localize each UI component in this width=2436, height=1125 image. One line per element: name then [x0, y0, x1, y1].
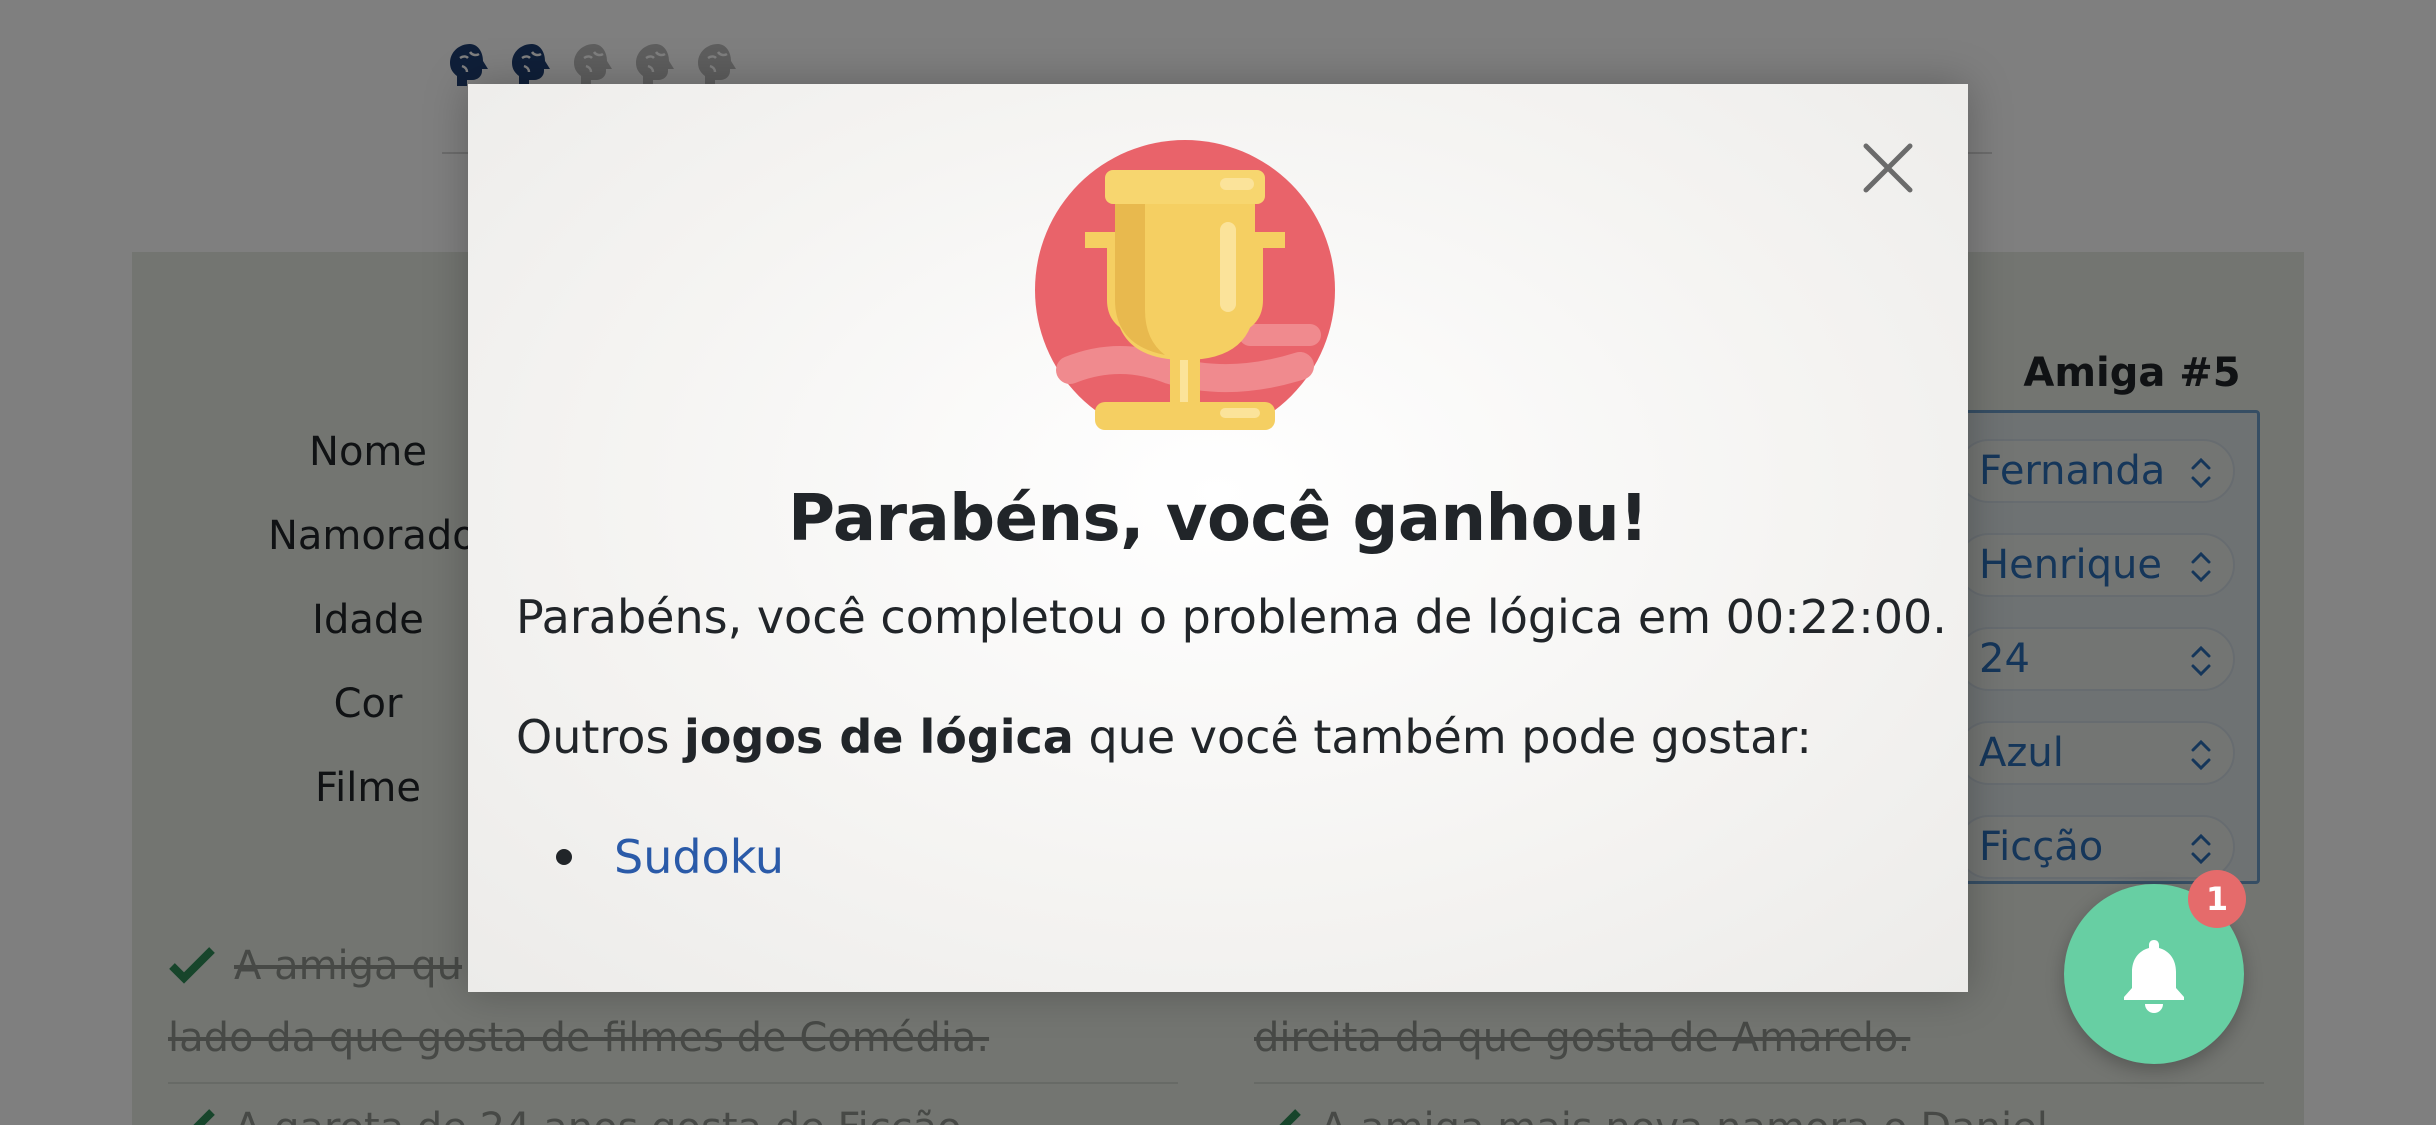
- list-item: Sudoku: [556, 830, 784, 884]
- other-suffix: que você também pode gostar:: [1073, 710, 1812, 764]
- trophy-icon: [1035, 140, 1335, 430]
- other-bold: jogos de lógica: [684, 710, 1074, 764]
- bell-icon: [2124, 940, 2184, 1013]
- notification-badge: 1: [2188, 870, 2246, 928]
- completion-message: Parabéns, você completou o problema de l…: [516, 590, 1947, 644]
- modal-title: Parabéns, você ganhou!: [788, 482, 1648, 556]
- bullet: [556, 849, 572, 865]
- close-icon[interactable]: [1860, 140, 1916, 196]
- other-prefix: Outros: [516, 710, 685, 764]
- other-games-text: Outros jogos de lógica que você também p…: [516, 710, 1812, 764]
- sudoku-link[interactable]: Sudoku: [614, 830, 784, 884]
- win-modal: Parabéns, você ganhou! Parabéns, você co…: [468, 84, 1968, 992]
